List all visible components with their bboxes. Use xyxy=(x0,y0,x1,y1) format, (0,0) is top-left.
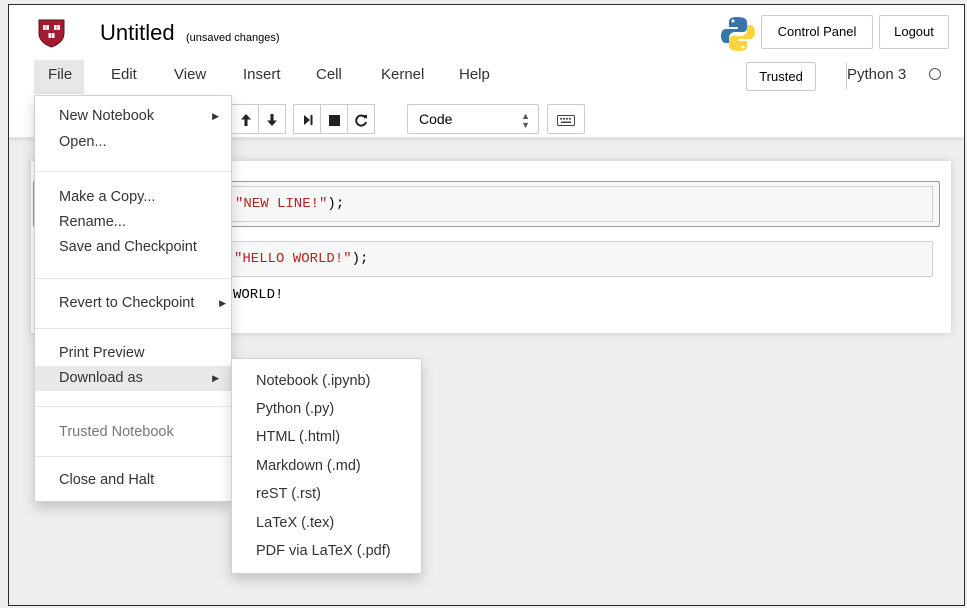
command-palette-button[interactable] xyxy=(547,104,585,134)
menu-divider xyxy=(35,406,231,407)
logout-button[interactable]: Logout xyxy=(879,15,949,49)
menu-item-label: Notebook (.ipynb) xyxy=(256,373,371,389)
code-suffix: ); xyxy=(327,196,345,212)
menu-item-download-as[interactable]: Download as ▶ xyxy=(35,366,231,391)
cell-output: WORLD! xyxy=(233,287,284,303)
save-status: (unsaved changes) xyxy=(186,32,280,44)
arrow-up-icon xyxy=(240,114,251,127)
download-py[interactable]: Python (.py) xyxy=(232,395,421,423)
control-panel-button[interactable]: Control Panel xyxy=(761,15,873,49)
menu-item-label: HTML (.html) xyxy=(256,429,341,445)
jupyter-window: Untitled (unsaved changes) Control Panel… xyxy=(8,4,965,606)
menu-item-save-checkpoint[interactable]: Save and Checkpoint xyxy=(35,235,231,260)
menu-item-label: New Notebook xyxy=(59,108,155,124)
move-up-button[interactable] xyxy=(231,104,259,134)
menu-item-rename[interactable]: Rename... xyxy=(35,210,231,235)
menu-item-label: Python (.py) xyxy=(256,401,335,417)
submenu-caret-icon: ▶ xyxy=(212,111,219,121)
notebook-title[interactable]: Untitled xyxy=(100,20,175,46)
kernel-name: Python 3 xyxy=(847,66,907,83)
menu-edit[interactable]: Edit xyxy=(111,66,137,83)
run-cell-button[interactable] xyxy=(293,104,321,134)
menu-item-close-halt[interactable]: Close and Halt xyxy=(35,468,231,493)
harvard-crest-logo[interactable] xyxy=(38,19,65,48)
kernel-idle-icon xyxy=(929,68,941,80)
menu-item-label: Open... xyxy=(59,134,107,150)
menu-item-label: Close and Halt xyxy=(59,472,155,488)
submenu-caret-icon: ▶ xyxy=(219,298,226,308)
download-as-submenu: Notebook (.ipynb) Python (.py) HTML (.ht… xyxy=(231,358,422,574)
menu-divider xyxy=(35,171,231,172)
submenu-caret-icon: ▶ xyxy=(212,373,219,383)
menu-help[interactable]: Help xyxy=(459,66,490,83)
menu-file[interactable]: File xyxy=(48,66,72,83)
download-tex[interactable]: LaTeX (.tex) xyxy=(232,509,421,537)
menu-cell[interactable]: Cell xyxy=(316,66,342,83)
stop-icon xyxy=(329,114,340,126)
cell-type-select[interactable]: Code ▲ ▼ xyxy=(407,104,539,134)
download-pdf[interactable]: PDF via LaTeX (.pdf) xyxy=(232,537,421,565)
menu-item-revert-checkpoint[interactable]: Revert to Checkpoint ▶ xyxy=(35,291,231,316)
menu-item-label: Download as xyxy=(59,370,143,386)
move-down-button[interactable] xyxy=(258,104,286,134)
menu-divider xyxy=(35,456,231,457)
arrow-down-icon xyxy=(267,114,277,127)
menu-item-print-preview[interactable]: Print Preview xyxy=(35,341,231,366)
restart-kernel-button[interactable] xyxy=(347,104,375,134)
download-ipynb[interactable]: Notebook (.ipynb) xyxy=(232,367,421,395)
menu-kernel[interactable]: Kernel xyxy=(381,66,424,83)
menu-item-label: Rename... xyxy=(59,214,126,230)
keyboard-icon xyxy=(557,114,575,126)
python-logo xyxy=(721,17,755,51)
menu-item-label: LaTeX (.tex) xyxy=(256,515,335,531)
menu-item-open[interactable]: Open... xyxy=(35,130,231,155)
interrupt-kernel-button[interactable] xyxy=(320,104,348,134)
menu-item-label: reST (.rst) xyxy=(256,486,321,502)
menu-item-label: Print Preview xyxy=(59,345,145,361)
menu-divider xyxy=(35,278,231,279)
menu-insert[interactable]: Insert xyxy=(243,66,281,83)
menu-item-make-copy[interactable]: Make a Copy... xyxy=(35,185,231,210)
trusted-indicator[interactable]: Trusted xyxy=(746,62,816,91)
menu-divider xyxy=(35,328,231,329)
menu-view[interactable]: View xyxy=(174,66,206,83)
menu-item-label: Markdown (.md) xyxy=(256,458,361,474)
download-md[interactable]: Markdown (.md) xyxy=(232,452,421,480)
file-menu-dropdown: New Notebook ▶ Open... Make a Copy... Re… xyxy=(34,95,232,502)
menu-item-trusted-notebook: Trusted Notebook xyxy=(35,420,231,445)
run-icon xyxy=(303,115,312,126)
menu-item-label: Trusted Notebook xyxy=(59,424,174,440)
code-string: "NEW LINE!" xyxy=(235,196,328,212)
code-suffix: ); xyxy=(351,251,369,267)
menu-item-label: PDF via LaTeX (.pdf) xyxy=(256,543,391,559)
download-rst[interactable]: reST (.rst) xyxy=(232,480,421,508)
menu-item-new-notebook[interactable]: New Notebook ▶ xyxy=(35,104,231,129)
cell-type-value: Code xyxy=(419,111,453,127)
restart-icon xyxy=(354,114,367,127)
code-string: "HELLO WORLD!" xyxy=(234,251,352,267)
download-html[interactable]: HTML (.html) xyxy=(232,423,421,451)
select-arrows-icon: ▲ ▼ xyxy=(521,111,530,130)
menu-item-label: Save and Checkpoint xyxy=(59,239,197,255)
menu-item-label: Make a Copy... xyxy=(59,189,156,205)
menu-item-label: Revert to Checkpoint xyxy=(59,295,195,311)
